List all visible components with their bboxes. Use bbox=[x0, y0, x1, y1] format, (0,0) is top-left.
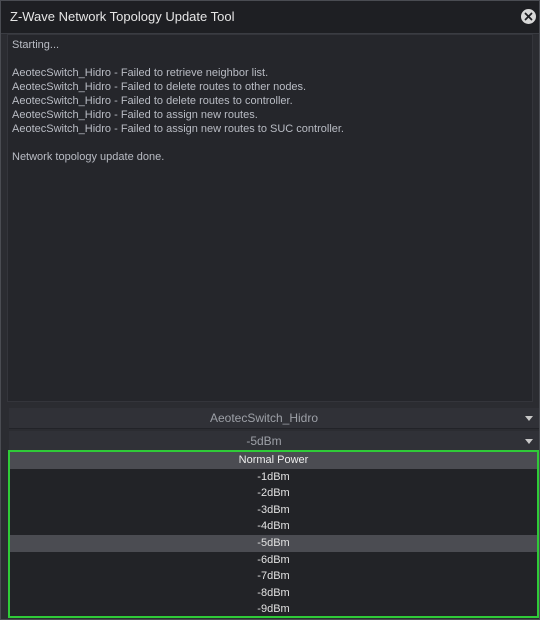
log-output[interactable]: Starting... AeotecSwitch_Hidro - Failed … bbox=[7, 34, 533, 402]
log-line: AeotecSwitch_Hidro - Failed to assign ne… bbox=[12, 123, 344, 135]
power-option-5dbm[interactable]: -5dBm bbox=[10, 534, 537, 552]
log-line: AeotecSwitch_Hidro - Failed to retrieve … bbox=[12, 67, 269, 79]
power-option-6dbm[interactable]: -6dBm bbox=[10, 552, 537, 569]
caret-down-icon bbox=[525, 439, 533, 444]
log-line: AeotecSwitch_Hidro - Failed to assign ne… bbox=[12, 109, 258, 121]
dialog-title: Z-Wave Network Topology Update Tool bbox=[10, 9, 235, 24]
device-select[interactable]: AeotecSwitch_Hidro bbox=[9, 408, 539, 429]
topology-update-dialog: Z-Wave Network Topology Update Tool Star… bbox=[0, 0, 540, 620]
power-option-normal[interactable]: Normal Power bbox=[10, 452, 537, 469]
device-select-value: AeotecSwitch_Hidro bbox=[209, 411, 319, 425]
power-option-4dbm[interactable]: -4dBm bbox=[10, 518, 537, 535]
close-icon bbox=[524, 12, 533, 21]
power-level-select[interactable]: -5dBm bbox=[9, 431, 539, 452]
close-button[interactable] bbox=[521, 9, 536, 24]
power-option-7dbm[interactable]: -7dBm bbox=[10, 568, 537, 585]
log-line: Starting... bbox=[12, 39, 60, 51]
power-select-value: -5dBm bbox=[246, 434, 282, 448]
power-option-3dbm[interactable]: -3dBm bbox=[10, 502, 537, 519]
title-bar[interactable]: Z-Wave Network Topology Update Tool bbox=[1, 1, 539, 34]
power-option-2dbm[interactable]: -2dBm bbox=[10, 485, 537, 502]
power-option-8dbm[interactable]: -8dBm bbox=[10, 585, 537, 602]
power-option-1dbm[interactable]: -1dBm bbox=[10, 469, 537, 486]
log-line: AeotecSwitch_Hidro - Failed to delete ro… bbox=[12, 81, 307, 93]
power-level-dropdown-list: Normal Power -1dBm -2dBm -3dBm -4dBm -5d… bbox=[8, 450, 539, 618]
log-line: Network topology update done. bbox=[12, 151, 165, 163]
power-option-9dbm[interactable]: -9dBm bbox=[10, 601, 537, 616]
caret-down-icon bbox=[525, 416, 533, 421]
log-line: AeotecSwitch_Hidro - Failed to delete ro… bbox=[12, 95, 293, 107]
